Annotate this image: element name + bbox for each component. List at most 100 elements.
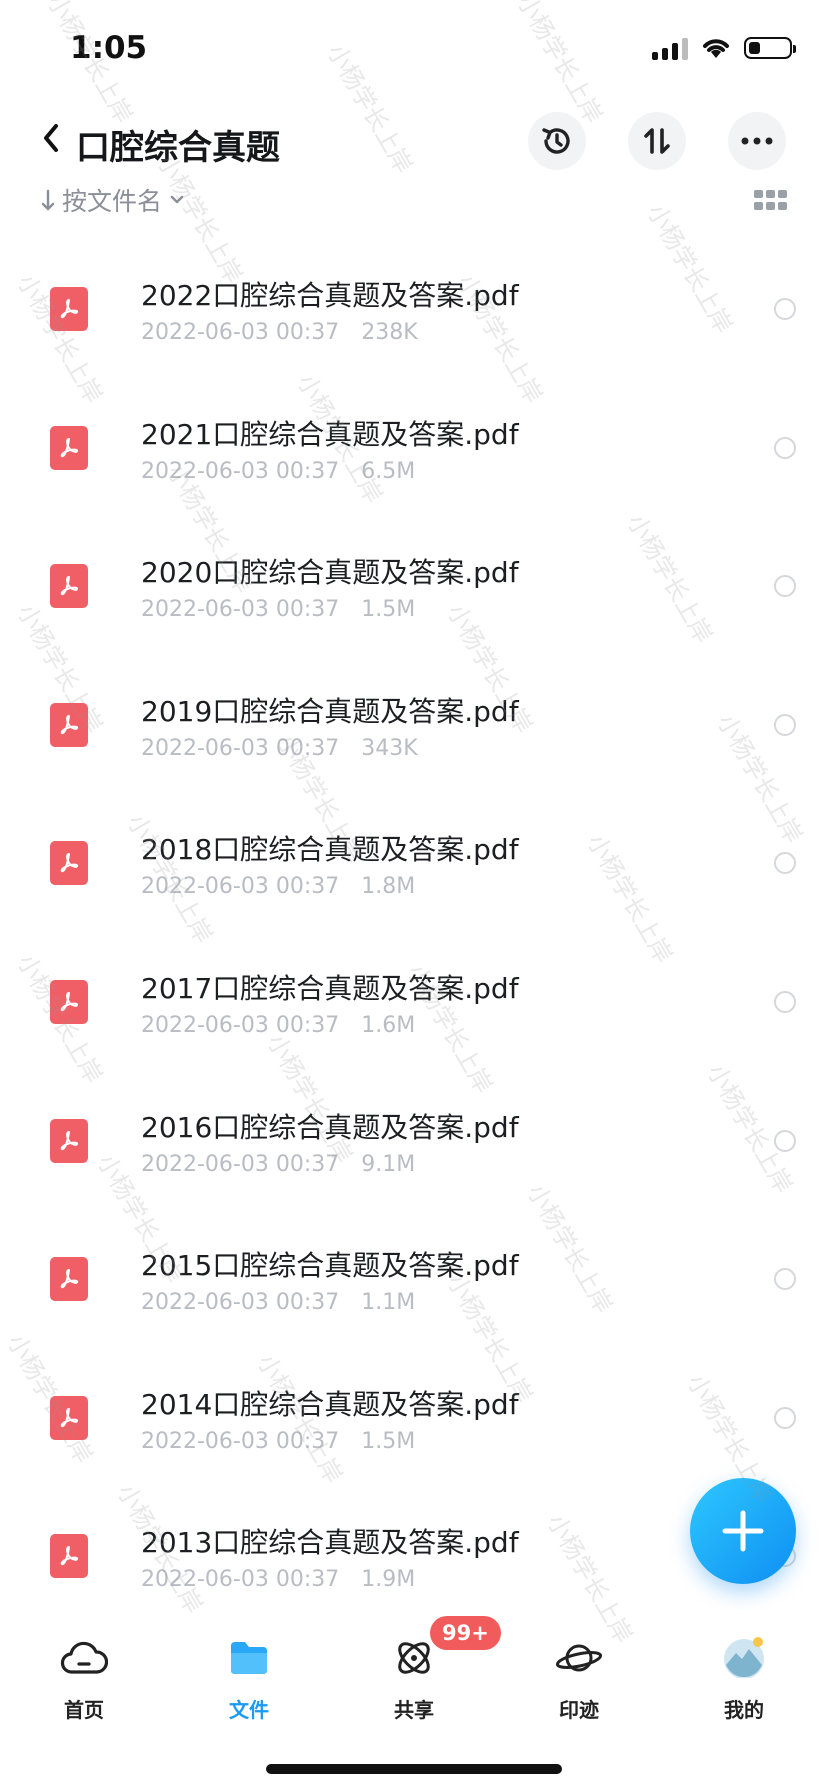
file-size: 6.5M	[361, 458, 416, 484]
file-meta: 2022-06-03 00:37 343K	[141, 736, 418, 761]
status-icons	[652, 36, 796, 60]
cloud-icon	[60, 1641, 108, 1674]
file-name: 2016口腔综合真题及答案.pdf	[141, 1110, 519, 1144]
file-date: 2022-06-03 00:37	[141, 735, 340, 761]
battery-icon	[744, 37, 796, 59]
transfer-arrows-icon	[644, 128, 670, 154]
file-date: 2022-06-03 00:37	[141, 1428, 340, 1454]
tab-traces-label: 印迹	[559, 1698, 599, 1722]
plus-icon	[722, 1510, 764, 1552]
file-date: 2022-06-03 00:37	[141, 1012, 340, 1038]
file-meta: 2022-06-03 00:37 9.1M	[141, 1152, 415, 1177]
file-meta: 2022-06-03 00:37 1.6M	[141, 1013, 415, 1038]
avatar-icon	[724, 1637, 764, 1678]
pdf-file-icon	[50, 564, 88, 609]
back-arrow-icon[interactable]	[36, 118, 68, 158]
transfer-button[interactable]	[628, 112, 686, 170]
file-size: 1.5M	[361, 597, 416, 623]
file-name: 2022口腔综合真题及答案.pdf	[141, 279, 519, 312]
tab-home[interactable]: 首页	[24, 1620, 144, 1722]
file-size: 238K	[361, 320, 418, 345]
select-checkbox[interactable]	[774, 1268, 796, 1291]
tab-traces[interactable]: 印迹	[519, 1620, 639, 1722]
file-row[interactable]: 2022口腔综合真题及答案.pdf 2022-06-03 00:37 238K	[0, 230, 828, 369]
sort-dropdown[interactable]: 按文件名	[40, 182, 186, 218]
select-checkbox[interactable]	[774, 436, 796, 459]
more-dots-icon	[741, 137, 773, 145]
file-row[interactable]: 2020口腔综合真题及答案.pdf 2022-06-03 00:37 1.5M	[0, 507, 828, 646]
pdf-file-icon	[50, 425, 88, 470]
wifi-icon	[703, 39, 729, 58]
sort-down-arrow-icon	[41, 189, 55, 211]
tab-files-label: 文件	[229, 1698, 269, 1722]
tab-bar: 首页 文件 共享 99+ 印迹 我的	[0, 1616, 828, 1730]
file-meta: 2022-06-03 00:37 1.8M	[141, 874, 415, 899]
grid-view-icon[interactable]	[754, 190, 788, 214]
file-size: 1.8M	[361, 874, 416, 900]
folder-icon	[231, 1642, 267, 1674]
file-row[interactable]: 2014口腔综合真题及答案.pdf 2022-06-03 00:37 1.5M	[0, 1339, 828, 1478]
file-row[interactable]: 2017口腔综合真题及答案.pdf 2022-06-03 00:37 1.6M	[0, 923, 828, 1062]
file-meta: 2022-06-03 00:37 6.5M	[141, 459, 415, 484]
file-date: 2022-06-03 00:37	[141, 1151, 340, 1177]
pdf-file-icon	[50, 1257, 88, 1302]
share-orbit-icon	[398, 1642, 430, 1674]
select-checkbox[interactable]	[774, 713, 796, 736]
chevron-down-icon	[170, 195, 184, 204]
cellular-signal-icon	[652, 36, 688, 60]
page-title: 口腔综合真题	[76, 128, 280, 168]
file-name: 2015口腔综合真题及答案.pdf	[141, 1249, 519, 1283]
file-meta: 2022-06-03 00:37 238K	[141, 320, 418, 345]
pdf-file-icon	[50, 1118, 88, 1163]
file-meta: 2022-06-03 00:37 1.5M	[141, 597, 415, 622]
select-checkbox[interactable]	[774, 990, 796, 1013]
pdf-file-icon	[50, 841, 88, 886]
select-checkbox[interactable]	[774, 1129, 796, 1152]
file-size: 1.6M	[361, 1012, 416, 1038]
file-row[interactable]: 2019口腔综合真题及答案.pdf 2022-06-03 00:37 343K	[0, 646, 828, 785]
tab-home-label: 首页	[64, 1698, 104, 1722]
file-list: 2022口腔综合真题及答案.pdf 2022-06-03 00:37 238K 202…	[0, 230, 828, 1616]
history-button[interactable]	[528, 112, 586, 170]
planet-icon	[555, 1644, 603, 1672]
pdf-file-icon	[50, 287, 88, 331]
file-row[interactable]: 2015口腔综合真题及答案.pdf 2022-06-03 00:37 1.1M	[0, 1200, 828, 1339]
tab-mine[interactable]: 我的	[684, 1620, 804, 1722]
pdf-file-icon	[50, 702, 88, 747]
tab-mine-label: 我的	[724, 1698, 764, 1722]
select-checkbox[interactable]	[774, 298, 796, 320]
file-date: 2022-06-03 00:37	[141, 320, 340, 345]
add-fab-button[interactable]	[690, 1478, 796, 1584]
file-size: 9.1M	[361, 1151, 416, 1177]
file-size: 1.1M	[361, 1290, 416, 1316]
tab-files[interactable]: 文件	[189, 1620, 309, 1722]
file-name: 2018口腔综合真题及答案.pdf	[141, 833, 519, 867]
file-date: 2022-06-03 00:37	[141, 597, 340, 623]
sort-label: 按文件名	[62, 187, 163, 216]
file-row[interactable]: 2021口腔综合真题及答案.pdf 2022-06-03 00:37 6.5M	[0, 369, 828, 508]
select-checkbox[interactable]	[774, 575, 796, 598]
file-name: 2019口腔综合真题及答案.pdf	[141, 694, 519, 728]
history-icon	[542, 128, 570, 154]
file-size: 1.9M	[361, 1567, 416, 1593]
file-name: 2014口腔综合真题及答案.pdf	[141, 1387, 519, 1421]
file-name: 2020口腔综合真题及答案.pdf	[141, 556, 519, 590]
file-date: 2022-06-03 00:37	[141, 458, 340, 484]
pdf-file-icon	[50, 1534, 88, 1579]
status-bar: 1:05	[0, 0, 828, 100]
more-button[interactable]	[728, 112, 786, 170]
share-count-badge: 99+	[430, 1616, 501, 1650]
tab-share-label: 共享	[394, 1698, 434, 1722]
status-time: 1:05	[70, 30, 148, 66]
file-row[interactable]: 2018口腔综合真题及答案.pdf 2022-06-03 00:37 1.8M	[0, 784, 828, 923]
select-checkbox[interactable]	[774, 1406, 796, 1429]
file-meta: 2022-06-03 00:37 1.1M	[141, 1290, 415, 1315]
file-meta: 2022-06-03 00:37 1.5M	[141, 1429, 415, 1454]
file-row[interactable]: 2016口腔综合真题及答案.pdf 2022-06-03 00:37 9.1M	[0, 1062, 828, 1201]
home-indicator	[266, 1764, 562, 1774]
select-checkbox[interactable]	[774, 852, 796, 875]
file-size: 343K	[361, 735, 418, 761]
pdf-file-icon	[50, 979, 88, 1024]
file-meta: 2022-06-03 00:37 1.9M	[141, 1567, 415, 1592]
file-size: 1.5M	[361, 1428, 416, 1454]
